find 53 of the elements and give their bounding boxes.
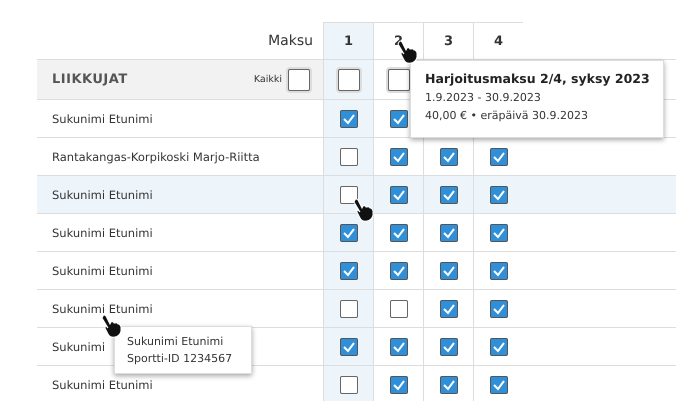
- member-name: Sukunimi Etunimi: [52, 302, 153, 316]
- checkbox[interactable]: [390, 376, 408, 394]
- payment-column-header[interactable]: 4: [473, 22, 523, 59]
- checkbox[interactable]: [340, 262, 358, 280]
- checkbox[interactable]: [390, 148, 408, 166]
- checkbox[interactable]: [340, 376, 358, 394]
- hand-cursor-icon: [352, 198, 374, 222]
- checkbox[interactable]: [390, 300, 408, 318]
- member-name: Sukunimi Etunimi: [52, 378, 153, 392]
- checkbox[interactable]: [390, 110, 408, 128]
- tooltip-name: Sukunimi Etunimi: [127, 334, 224, 350]
- tooltip-amount: 40,00 € • eräpäivä 30.9.2023: [425, 109, 590, 122]
- payment-column-header[interactable]: 1: [323, 22, 373, 59]
- checkbox[interactable]: [440, 262, 458, 280]
- select-all-label: Kaikki: [254, 74, 282, 85]
- checkbox[interactable]: [340, 300, 358, 318]
- group-title: LIIKKUJAT: [52, 72, 129, 87]
- member-name: Sukunimi Etunimi: [52, 226, 153, 240]
- checkbox[interactable]: [440, 338, 458, 356]
- member-name: Sukunimi Etunimi: [52, 112, 153, 126]
- checkbox[interactable]: [490, 300, 508, 318]
- payment-column-header[interactable]: 3: [423, 22, 473, 59]
- checkbox[interactable]: [490, 376, 508, 394]
- member-name: Rantakangas-Korpikoski Marjo-Riitta: [52, 150, 260, 164]
- checkbox[interactable]: [440, 376, 458, 394]
- checkbox[interactable]: [490, 148, 508, 166]
- checkbox[interactable]: [340, 338, 358, 356]
- checkbox[interactable]: [490, 224, 508, 242]
- checkbox[interactable]: [440, 186, 458, 204]
- checkbox[interactable]: [340, 110, 358, 128]
- tooltip-title: Harjoitusmaksu 2/4, syksy 2023: [425, 71, 649, 86]
- checkbox[interactable]: [390, 186, 408, 204]
- checkbox[interactable]: [390, 262, 408, 280]
- checkbox[interactable]: [440, 148, 458, 166]
- checkbox[interactable]: [490, 338, 508, 356]
- checkbox[interactable]: [340, 148, 358, 166]
- checkbox[interactable]: [390, 338, 408, 356]
- member-name: Sukunimi Etunimi: [52, 188, 153, 202]
- checkbox[interactable]: [388, 68, 410, 90]
- checkbox[interactable]: [490, 262, 508, 280]
- member-name: Sukunimi: [52, 340, 106, 354]
- tooltip-id: Sportti-ID 1234567: [127, 351, 234, 367]
- checkbox[interactable]: [288, 68, 310, 90]
- checkbox[interactable]: [490, 186, 508, 204]
- checkbox[interactable]: [440, 224, 458, 242]
- checkbox[interactable]: [340, 224, 358, 242]
- checkbox[interactable]: [390, 224, 408, 242]
- payment-label: Maksu: [267, 32, 314, 50]
- checkbox[interactable]: [440, 300, 458, 318]
- checkbox[interactable]: [340, 186, 358, 204]
- checkbox[interactable]: [338, 68, 360, 90]
- tooltip-dates: 1.9.2023 - 30.9.2023: [425, 91, 542, 104]
- member-name: Sukunimi Etunimi: [52, 264, 153, 278]
